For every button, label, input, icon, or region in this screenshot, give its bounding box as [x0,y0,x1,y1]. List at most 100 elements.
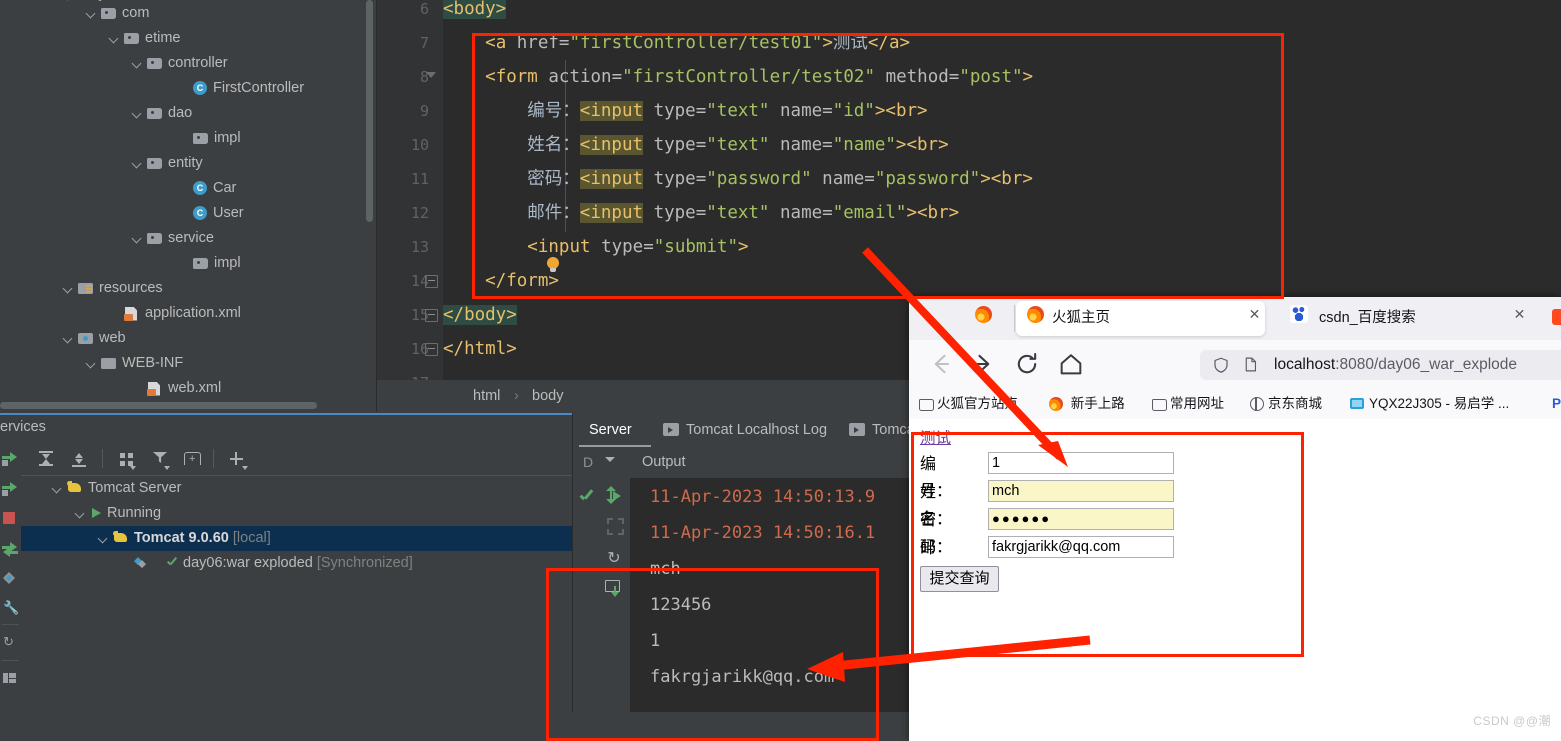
tree-item-user[interactable]: User [0,201,377,226]
chevron-down-icon[interactable] [131,57,144,70]
group-by-icon[interactable] [117,450,137,470]
shield-icon[interactable] [1212,356,1230,374]
close-icon[interactable]: ✕ [1247,307,1262,322]
services-row-suffix: [local] [232,530,271,546]
url-text[interactable]: localhost:8080/day06_war_explode [1274,350,1517,380]
filter-icon[interactable] [151,450,171,470]
services-row-label: Tomcat 9.0.60 [134,530,229,546]
tree-item-web-xml[interactable]: web.xml [0,376,377,401]
tree-item-car[interactable]: Car [0,176,377,201]
settings-wrench-icon[interactable]: 🔧 [2,600,19,617]
code-fold-toggle[interactable] [424,60,437,94]
code-fold-toggle[interactable] [424,264,438,298]
services-row-tomcat-9.0.60[interactable]: Tomcat 9.0.60 [local] [21,526,649,551]
bookmark-label: YQX22J305 - 易启学 ... [1369,396,1510,411]
editor-gutter[interactable]: 6 7 8 9 10 11 12 13 14 15 16 17 [377,0,443,380]
code-fold-toggle[interactable] [424,298,438,332]
tree-item-firstcontroller[interactable]: FirstController [0,76,377,101]
tree-item-label: Car [213,180,237,196]
tab-tomcat-localhost-log[interactable]: Tomcat Localhost Log [663,413,827,447]
chevron-down-icon[interactable] [85,7,98,20]
bookmark-overflow[interactable]: P [1552,388,1561,419]
chevron-down-icon[interactable] [51,482,64,495]
strip-divider [2,624,19,625]
line-number: 13 [410,238,429,256]
expand-all-icon[interactable] [70,450,90,468]
url-path: :8080/day06_war_explode [1335,356,1518,373]
chevron-down-icon[interactable] [131,107,144,120]
chevron-down-icon[interactable] [85,357,98,370]
console-tabs[interactable]: Server Tomcat Localhost Log Tomca [573,413,915,447]
bookmark-yqx[interactable]: YQX22J305 - 易启学 ... [1350,388,1509,419]
code-line[interactable]: </html> [443,332,517,366]
tree-item-service[interactable]: service [0,226,377,251]
project-tree-vertical-scrollbar[interactable] [366,0,373,222]
tree-item-com[interactable]: com [0,1,377,26]
code-fold-toggle[interactable] [424,332,438,366]
chevron-down-icon[interactable] [131,157,144,170]
tree-item-resources[interactable]: resources [0,276,377,301]
services-toolbar[interactable]: + [21,442,573,476]
breadcrumb-html[interactable]: html [473,380,500,413]
tree-item-web-inf[interactable]: WEB-INF [0,351,377,376]
tree-item-web[interactable]: web [0,326,377,351]
add-configuration-icon[interactable]: + [182,450,202,468]
line-number: 14 [410,272,429,290]
services-row-running[interactable]: Running [21,501,626,526]
chevron-down-icon[interactable] [108,32,121,45]
tree-item-impl[interactable]: impl [0,251,377,276]
deploy-artifact-icon[interactable] [2,570,19,587]
tree-item-impl[interactable]: impl [0,126,377,151]
project-tree-horizontal-scrollbar[interactable] [0,402,317,409]
page-icon[interactable] [1242,356,1259,373]
firefox-menu-icon[interactable] [1552,309,1561,325]
run-icon [90,507,103,520]
code-line[interactable]: </body> [443,298,517,332]
tab-server[interactable]: Server [589,413,632,447]
tree-item-label: com [122,5,150,21]
tree-item-label: controller [168,55,228,71]
debug-rerun-icon[interactable] [2,480,19,497]
rerun-icon[interactable] [2,450,19,467]
code-line[interactable]: <body> [443,0,507,26]
package-icon [193,257,209,271]
rerun-icon[interactable]: ↻ [605,550,623,568]
chevron-down-icon[interactable] [62,332,75,345]
tree-item-etime[interactable]: etime [0,26,377,51]
tree-item-dao[interactable]: dao [0,101,377,126]
chevron-down-icon[interactable] [605,457,615,462]
services-title: ervices [0,419,46,435]
package-icon [147,107,163,121]
services-panel[interactable]: + Tomcat Server Running Tomcat 9.0.60 [loc… [21,442,649,741]
add-icon[interactable] [227,450,248,470]
tree-item-controller[interactable]: controller [0,51,377,76]
bookmark-common-sites[interactable]: 常用网址 [1152,388,1224,419]
services-tree[interactable]: Tomcat Server Running Tomcat 9.0.60 [local… [21,476,649,741]
bookmark-jd[interactable]: 京东商城 [1250,388,1322,419]
collapse-all-icon[interactable] [37,450,57,468]
close-icon[interactable]: ✕ [1512,307,1527,322]
run-toolbar-strip[interactable]: 🔧 ↻ [0,442,21,741]
stop-icon[interactable] [2,510,19,527]
project-tree-panel[interactable]: javacometimecontrollerFirstControllerdao… [0,0,377,412]
redeploy-icon[interactable] [2,540,19,557]
scroll-to-end-icon[interactable] [605,486,623,504]
layout-icon[interactable] [2,670,19,687]
chevron-down-icon[interactable] [74,507,87,520]
refresh-icon[interactable]: ↻ [2,634,19,651]
breadcrumb-body[interactable]: body [532,380,563,413]
artifact-icon [134,556,162,570]
tree-item-entity[interactable]: entity [0,151,377,176]
chevron-down-icon[interactable] [131,232,144,245]
services-row-tomcat-server[interactable]: Tomcat Server [21,476,603,501]
tree-item-application-xml[interactable]: application.xml [0,301,377,326]
expand-icon[interactable] [605,516,624,535]
chevron-down-icon[interactable] [62,282,75,295]
line-number: 10 [410,136,429,154]
url-bar[interactable]: localhost:8080/day06_war_explode [1200,350,1561,380]
services-row-suffix: [Synchronized] [316,555,413,571]
chevron-down-icon[interactable] [97,532,110,545]
